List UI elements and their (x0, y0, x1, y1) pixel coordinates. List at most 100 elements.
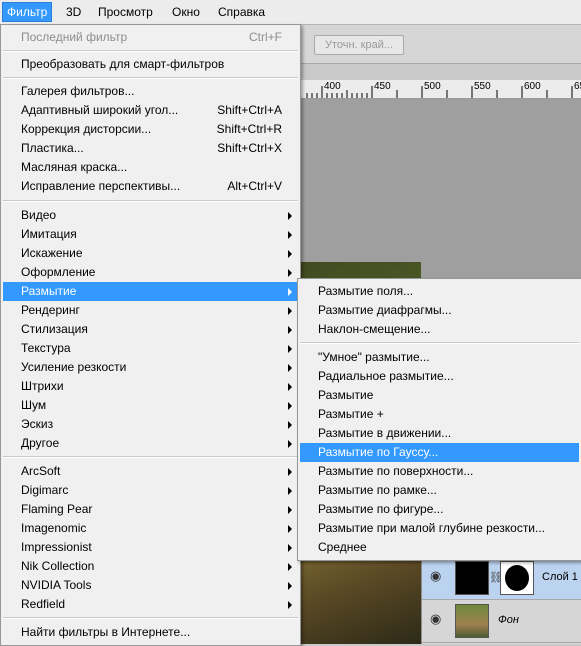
menu-item-label: Размытие + (318, 407, 384, 421)
menu-item-last-filter[interactable]: Последний фильтр Ctrl+F (3, 28, 298, 47)
ruler-label: 600 (524, 81, 541, 92)
submenu-item-blur-more[interactable]: Размытие + (300, 405, 579, 424)
submenu-item-lens-blur[interactable]: Размытие при малой глубине резкости... (300, 519, 579, 538)
menu-item-sharpen[interactable]: Усиление резкости (3, 358, 298, 377)
menu-item-render[interactable]: Рендеринг (3, 301, 298, 320)
submenu-arrow-icon (288, 345, 292, 353)
menu-item-label: Преобразовать для смарт-фильтров (21, 57, 225, 71)
submenu-item-box-blur[interactable]: Размытие по рамке... (300, 481, 579, 500)
eye-icon[interactable]: ◉ (430, 612, 444, 625)
menu-item-other[interactable]: Другое (3, 434, 298, 453)
menu-item-label: Искажение (21, 246, 83, 260)
submenu-item-motion-blur[interactable]: Размытие в движении... (300, 424, 579, 443)
layer-mask-thumbnail[interactable] (500, 561, 534, 595)
menu-item-pixelate[interactable]: Оформление (3, 263, 298, 282)
menu-item-label: Имитация (21, 227, 77, 241)
menu-item-stylize[interactable]: Стилизация (3, 320, 298, 339)
submenu-arrow-icon (288, 383, 292, 391)
shortcut-label: Shift+Ctrl+A (217, 103, 282, 117)
submenu-item-field-blur[interactable]: Размытие поля... (300, 282, 579, 301)
menu-item-arcsoft[interactable]: ArcSoft (3, 462, 298, 481)
menu-3d[interactable]: 3D (62, 3, 85, 21)
submenu-arrow-icon (288, 601, 292, 609)
menu-item-liquify[interactable]: Пластика... Shift+Ctrl+X (3, 139, 298, 158)
menu-item-impressionist[interactable]: Impressionist (3, 538, 298, 557)
menu-item-nik-collection[interactable]: Nik Collection (3, 557, 298, 576)
layer-row-layer1[interactable]: ◉ ⛓ Слой 1 (422, 557, 581, 600)
menu-view[interactable]: Просмотр (94, 3, 157, 21)
submenu-item-iris-blur[interactable]: Размытие диафрагмы... (300, 301, 579, 320)
submenu-arrow-icon (288, 563, 292, 571)
submenu-arrow-icon (288, 288, 292, 296)
menu-item-browse-filters-online[interactable]: Найти фильтры в Интернете... (3, 623, 298, 642)
menu-item-vanishing-point[interactable]: Исправление перспективы... Alt+Ctrl+V (3, 177, 298, 196)
ruler-label: 65 (574, 81, 581, 92)
menu-item-label: Среднее (318, 540, 367, 554)
filter-menu: Последний фильтр Ctrl+F Преобразовать дл… (0, 24, 301, 646)
menu-item-nvidia-tools[interactable]: NVIDIA Tools (3, 576, 298, 595)
menu-item-blur[interactable]: Размытие (3, 282, 298, 301)
menu-item-label: Размытие диафрагмы... (318, 303, 452, 317)
menu-item-label: Исправление перспективы... (21, 179, 181, 193)
menu-item-distort[interactable]: Искажение (3, 244, 298, 263)
layer-name: Фон (498, 614, 519, 626)
menu-item-sketch[interactable]: Эскиз (3, 415, 298, 434)
ruler-label: 450 (374, 81, 391, 92)
submenu-item-average[interactable]: Среднее (300, 538, 579, 557)
menu-separator (3, 200, 298, 202)
submenu-arrow-icon (288, 269, 292, 277)
menu-item-convert-smart[interactable]: Преобразовать для смарт-фильтров (3, 55, 298, 74)
menu-item-label: Redfield (21, 597, 66, 611)
menu-item-label: Размытие (21, 284, 77, 298)
submenu-item-radial-blur[interactable]: Радиальное размытие... (300, 367, 579, 386)
menu-separator (3, 456, 298, 458)
menu-item-label: Размытие по Гауссу... (318, 445, 439, 459)
submenu-arrow-icon (288, 525, 292, 533)
submenu-arrow-icon (288, 506, 292, 514)
menu-item-label: Imagenomic (21, 521, 87, 535)
menu-item-label: Коррекция дисторсии... (21, 122, 152, 136)
submenu-item-surface-blur[interactable]: Размытие по поверхности... (300, 462, 579, 481)
menu-item-label: Усиление резкости (21, 360, 127, 374)
menu-item-label: ArcSoft (21, 464, 61, 478)
menu-item-label: Шум (21, 398, 47, 412)
submenu-item-shape-blur[interactable]: Размытие по фигуре... (300, 500, 579, 519)
submenu-item-tilt-shift[interactable]: Наклон-смещение... (300, 320, 579, 339)
ruler-label: 400 (324, 81, 341, 92)
menu-item-label: Галерея фильтров... (21, 84, 135, 98)
menu-window[interactable]: Окно (168, 3, 204, 21)
menu-item-brush-strokes[interactable]: Штрихи (3, 377, 298, 396)
menu-item-filter-gallery[interactable]: Галерея фильтров... (3, 82, 298, 101)
submenu-arrow-icon (288, 250, 292, 258)
menu-item-label: Радиальное размытие... (318, 369, 454, 383)
menu-help[interactable]: Справка (214, 3, 269, 21)
menu-item-imagenomic[interactable]: Imagenomic (3, 519, 298, 538)
submenu-item-gaussian-blur[interactable]: Размытие по Гауссу... (300, 443, 579, 462)
layer-row-background[interactable]: ◉ Фон (422, 600, 581, 643)
menu-item-label: Стилизация (21, 322, 88, 336)
menu-item-artistic[interactable]: Имитация (3, 225, 298, 244)
menu-item-label: Размытие по рамке... (318, 483, 437, 497)
menu-item-label: Масляная краска... (21, 160, 128, 174)
submenu-item-blur[interactable]: Размытие (300, 386, 579, 405)
submenu-arrow-icon (288, 544, 292, 552)
menu-item-oil-paint[interactable]: Масляная краска... (3, 158, 298, 177)
menu-item-lens-correction[interactable]: Коррекция дисторсии... Shift+Ctrl+R (3, 120, 298, 139)
menu-item-digimarc[interactable]: Digimarc (3, 481, 298, 500)
submenu-item-smart-blur[interactable]: "Умное" размытие... (300, 348, 579, 367)
eye-icon[interactable]: ◉ (430, 569, 444, 582)
menu-item-flaming-pear[interactable]: Flaming Pear (3, 500, 298, 519)
menu-filter[interactable]: Фильтр (2, 2, 53, 22)
menu-item-video[interactable]: Видео (3, 206, 298, 225)
menu-item-label: Размытие (318, 388, 374, 402)
menu-item-label: Оформление (21, 265, 96, 279)
submenu-arrow-icon (288, 231, 292, 239)
menu-item-adaptive-wide-angle[interactable]: Адаптивный широкий угол... Shift+Ctrl+A (3, 101, 298, 120)
menu-item-redfield[interactable]: Redfield (3, 595, 298, 614)
menu-item-label: Рендеринг (21, 303, 80, 317)
ruler-label: 550 (474, 81, 491, 92)
refine-edge-button[interactable]: Уточн. край... (314, 35, 404, 55)
menu-item-texture[interactable]: Текстура (3, 339, 298, 358)
menu-bar: Фильтр 3D Просмотр Окно Справка (0, 0, 581, 25)
menu-item-noise[interactable]: Шум (3, 396, 298, 415)
